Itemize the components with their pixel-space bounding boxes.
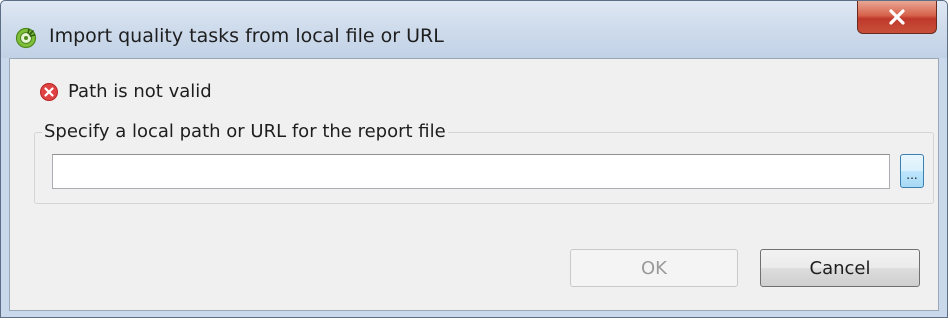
- dialog-title: Import quality tasks from local file or …: [49, 25, 444, 47]
- dialog-content: Path is not valid Specify a local path o…: [9, 58, 939, 311]
- cancel-button[interactable]: Cancel: [760, 249, 920, 287]
- status-text: Path is not valid: [68, 81, 212, 102]
- path-input[interactable]: [52, 154, 890, 189]
- status-message: Path is not valid: [40, 81, 212, 102]
- browse-button[interactable]: ...: [900, 154, 924, 188]
- close-button[interactable]: [857, 1, 937, 34]
- error-icon: [40, 82, 58, 101]
- ok-button[interactable]: OK: [570, 249, 738, 287]
- app-icon: [15, 27, 37, 49]
- import-dialog: Import quality tasks from local file or …: [0, 0, 948, 318]
- title-bar[interactable]: Import quality tasks from local file or …: [1, 1, 947, 58]
- path-group-label: Specify a local path or URL for the repo…: [42, 121, 448, 142]
- close-icon: [888, 8, 906, 26]
